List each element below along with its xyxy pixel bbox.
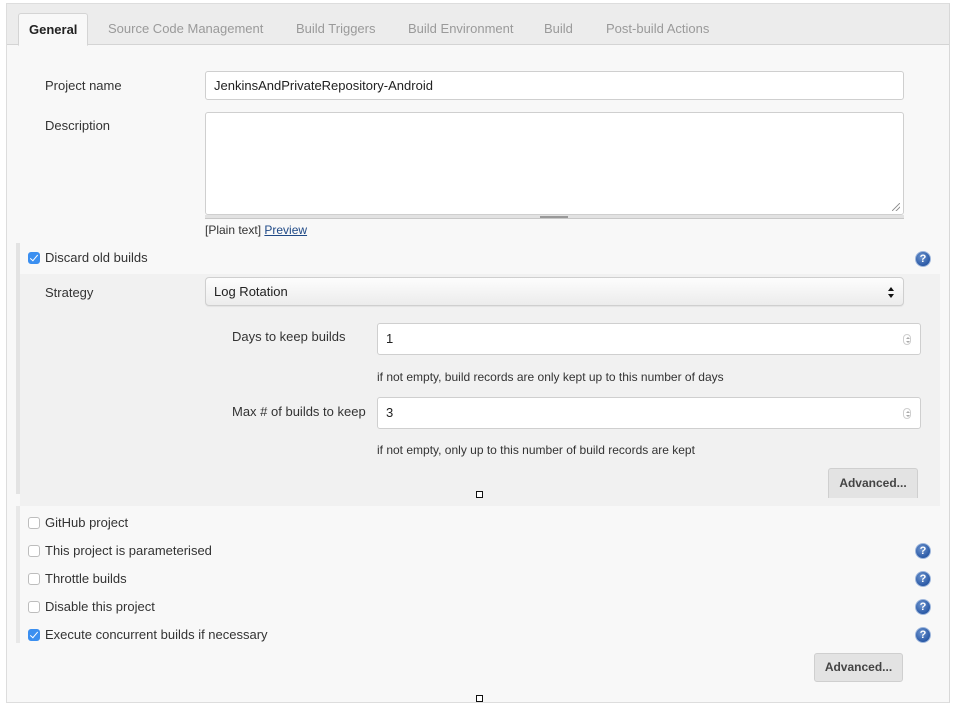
discard-old-builds-label: Discard old builds (45, 250, 148, 265)
drag-handle-icon[interactable] (476, 491, 483, 498)
description-label: Description (45, 118, 111, 133)
days-to-keep-input[interactable]: 1 (377, 323, 921, 355)
tab-build-triggers[interactable]: Build Triggers (286, 13, 385, 45)
grip-handle-icon[interactable] (540, 216, 568, 218)
parameterised-checkbox[interactable] (28, 545, 40, 557)
number-spinner-icon[interactable] (903, 334, 911, 345)
tab-post-build-actions[interactable]: Post-build Actions (596, 13, 719, 45)
tab-source-code-management[interactable]: Source Code Management (98, 13, 273, 45)
project-name-label: Project name (45, 78, 122, 93)
help-icon[interactable]: ? (915, 543, 931, 559)
help-icon[interactable]: ? (915, 571, 931, 587)
preview-link[interactable]: Preview (264, 223, 307, 237)
github-project-checkbox[interactable] (28, 517, 40, 529)
concurrent-builds-label: Execute concurrent builds if necessary (45, 627, 268, 642)
help-icon[interactable]: ? (915, 627, 931, 643)
options-rule (16, 506, 20, 643)
days-to-keep-hint: if not empty, build records are only kep… (377, 370, 724, 384)
discard-advanced-button[interactable]: Advanced... (828, 468, 918, 498)
disable-project-label: Disable this project (45, 599, 155, 614)
disable-project-checkbox[interactable] (28, 601, 40, 613)
select-arrows-icon (888, 287, 895, 299)
number-spinner-icon[interactable] (903, 408, 911, 419)
config-panel: General Source Code Management Build Tri… (6, 3, 950, 703)
max-builds-input[interactable]: 3 (377, 397, 921, 429)
concurrent-builds-checkbox[interactable] (28, 629, 40, 641)
days-to-keep-value: 1 (386, 331, 394, 346)
days-to-keep-label: Days to keep builds (232, 329, 346, 344)
tab-build-environment[interactable]: Build Environment (398, 13, 524, 45)
throttle-builds-label: Throttle builds (45, 571, 127, 586)
project-name-input[interactable] (205, 71, 904, 100)
max-builds-hint: if not empty, only up to this number of … (377, 443, 695, 457)
discard-old-builds-section: Strategy Log Rotation Days to keep build… (20, 274, 940, 506)
textarea-grip-bar[interactable] (205, 215, 904, 219)
resize-handle-icon[interactable] (892, 203, 900, 211)
strategy-label: Strategy (45, 285, 94, 300)
help-icon[interactable]: ? (915, 599, 931, 615)
strategy-select[interactable]: Log Rotation (205, 277, 904, 306)
plain-text-label: [Plain text] (205, 223, 262, 237)
tab-bar: General Source Code Management Build Tri… (7, 4, 949, 46)
github-project-label: GitHub project (45, 515, 129, 530)
tab-build[interactable]: Build (534, 13, 583, 45)
advanced-button[interactable]: Advanced... (814, 653, 903, 682)
max-builds-value: 3 (386, 405, 394, 420)
discard-old-builds-checkbox[interactable] (28, 252, 40, 264)
help-icon[interactable]: ? (915, 251, 931, 267)
parameterised-label: This project is parameterised (45, 543, 212, 558)
description-textarea[interactable] (205, 112, 904, 215)
tab-general[interactable]: General (18, 13, 89, 46)
strategy-selected-value: Log Rotation (214, 284, 288, 299)
throttle-builds-checkbox[interactable] (28, 573, 40, 585)
description-format: [Plain text] Preview (205, 223, 307, 237)
max-builds-label: Max # of builds to keep (232, 404, 366, 419)
